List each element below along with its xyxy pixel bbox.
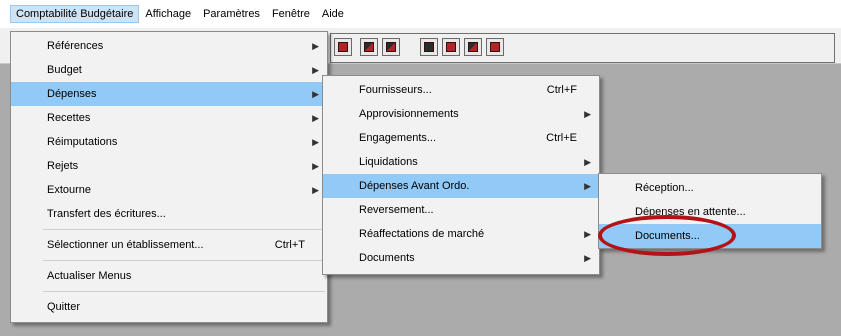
menubar-fenetre[interactable]: Fenêtre	[266, 5, 316, 23]
menu-item-label: Sélectionner un établissement...	[47, 239, 204, 251]
document-red-icon[interactable]	[334, 38, 352, 56]
annotation-ellipse	[598, 215, 736, 256]
menu-item-reaffectations-marche[interactable]: Réaffectations de marché ▶	[323, 222, 599, 246]
menu-item-reimputations[interactable]: Réimputations ▶	[11, 130, 327, 154]
chevron-right-icon: ▶	[312, 89, 319, 99]
menu-item-label: Budget	[47, 64, 82, 76]
grid-red-icon[interactable]	[464, 38, 482, 56]
shortcut-label: Ctrl+F	[546, 84, 577, 96]
menu-separator	[43, 260, 325, 261]
menu-item-depenses[interactable]: Dépenses ▶	[11, 82, 327, 106]
menu-item-reversement[interactable]: Reversement...	[323, 198, 599, 222]
chevron-right-icon: ▶	[312, 41, 319, 51]
chevron-right-icon: ▶	[584, 229, 591, 239]
menu-item-references[interactable]: Références ▶	[11, 34, 327, 58]
chevron-right-icon: ▶	[312, 161, 319, 171]
grid-red-icon[interactable]	[486, 38, 504, 56]
menu-item-label: Extourne	[47, 184, 92, 196]
menu-item-label: Références	[47, 40, 104, 52]
menubar-aide[interactable]: Aide	[316, 5, 350, 23]
menu-item-fournisseurs[interactable]: Fournisseurs... Ctrl+F	[323, 78, 599, 102]
menu-item-label: Réimputations	[47, 136, 118, 148]
document-copy-icon[interactable]	[360, 38, 378, 56]
submenu-depenses: Fournisseurs... Ctrl+F Approvisionnement…	[322, 75, 600, 275]
menu-item-label: Reversement...	[359, 204, 434, 216]
menu-item-reception[interactable]: Réception...	[599, 176, 821, 200]
menu-item-actualiser-menus[interactable]: Actualiser Menus	[11, 264, 327, 288]
menu-item-label: Dépenses	[47, 88, 97, 100]
chevron-right-icon: ▶	[312, 113, 319, 123]
chevron-right-icon: ▶	[584, 181, 591, 191]
menu-item-depenses-avant-ordo[interactable]: Dépenses Avant Ordo. ▶	[323, 174, 599, 198]
menubar-parametres[interactable]: Paramètres	[197, 5, 266, 23]
menu-comptabilite-budgetaire: Références ▶ Budget ▶ Dépenses ▶ Recette…	[10, 31, 328, 323]
menu-item-liquidations[interactable]: Liquidations ▶	[323, 150, 599, 174]
menu-item-label: Transfert des écritures...	[47, 208, 166, 220]
chevron-right-icon: ▶	[312, 65, 319, 75]
chevron-right-icon: ▶	[312, 185, 319, 195]
chevron-right-icon: ▶	[584, 157, 591, 167]
menu-item-label: Fournisseurs...	[359, 84, 432, 96]
menu-item-label: Réception...	[635, 182, 694, 194]
menu-item-label: Documents	[359, 252, 415, 264]
menu-item-label: Engagements...	[359, 132, 437, 144]
grid-red-icon[interactable]	[420, 38, 438, 56]
menu-item-quitter[interactable]: Quitter	[11, 295, 327, 319]
menu-separator	[43, 229, 325, 230]
menubar-comptabilite-budgetaire[interactable]: Comptabilité Budgétaire	[10, 5, 140, 23]
toolbar-button-group	[330, 33, 835, 63]
shortcut-label: Ctrl+T	[274, 239, 305, 251]
menu-item-budget[interactable]: Budget ▶	[11, 58, 327, 82]
menu-item-label: Dépenses Avant Ordo.	[359, 180, 470, 192]
grid-red-icon[interactable]	[442, 38, 460, 56]
menu-item-label: Liquidations	[359, 156, 418, 168]
menu-item-engagements[interactable]: Engagements... Ctrl+E	[323, 126, 599, 150]
menu-item-label: Quitter	[47, 301, 81, 313]
menu-item-label: Actualiser Menus	[47, 270, 132, 282]
chevron-right-icon: ▶	[584, 109, 591, 119]
menu-item-documents[interactable]: Documents ▶	[323, 246, 599, 270]
chevron-right-icon: ▶	[584, 253, 591, 263]
menu-item-extourne[interactable]: Extourne ▶	[11, 178, 327, 202]
menu-item-recettes[interactable]: Recettes ▶	[11, 106, 327, 130]
menu-item-transfert-ecritures[interactable]: Transfert des écritures...	[11, 202, 327, 226]
menu-item-label: Recettes	[47, 112, 91, 124]
chevron-right-icon: ▶	[312, 137, 319, 147]
menubar-affichage[interactable]: Affichage	[139, 5, 197, 23]
menu-item-rejets[interactable]: Rejets ▶	[11, 154, 327, 178]
shortcut-label: Ctrl+E	[546, 132, 577, 144]
menu-item-label: Réaffectations de marché	[359, 228, 485, 240]
menu-item-label: Rejets	[47, 160, 79, 172]
menu-item-selectionner-etablissement[interactable]: Sélectionner un établissement... Ctrl+T	[11, 233, 327, 257]
menu-separator	[43, 291, 325, 292]
menu-item-approvisionnements[interactable]: Approvisionnements ▶	[323, 102, 599, 126]
menu-bar: Comptabilité Budgétaire Affichage Paramè…	[0, 0, 841, 28]
menu-item-label: Approvisionnements	[359, 108, 459, 120]
document-copy-icon[interactable]	[382, 38, 400, 56]
